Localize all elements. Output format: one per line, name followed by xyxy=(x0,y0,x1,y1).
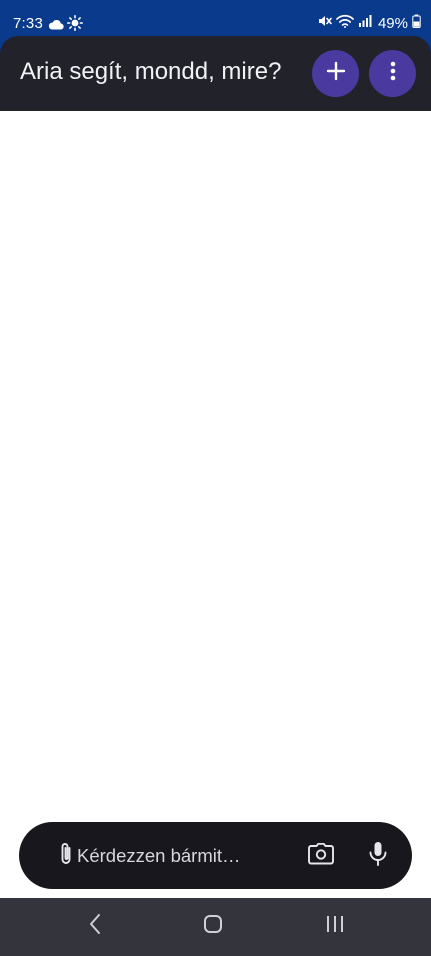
recents-icon xyxy=(325,914,345,939)
camera-button[interactable] xyxy=(306,842,336,870)
message-composer xyxy=(19,822,412,889)
more-vertical-icon xyxy=(390,61,396,86)
sun-icon xyxy=(67,15,83,36)
mute-icon xyxy=(318,14,332,33)
attach-button[interactable] xyxy=(53,842,79,871)
microphone-icon xyxy=(368,841,388,872)
battery-percent: 49% xyxy=(377,14,408,32)
status-time: 7:33 xyxy=(13,15,43,32)
battery-icon xyxy=(412,14,421,33)
message-input[interactable] xyxy=(77,840,287,872)
new-chat-button[interactable] xyxy=(312,50,359,97)
home-button[interactable] xyxy=(200,914,226,938)
microphone-button[interactable] xyxy=(366,841,390,871)
signal-icon xyxy=(358,14,372,33)
back-button[interactable] xyxy=(83,913,107,940)
wifi-icon xyxy=(336,14,354,33)
more-options-button[interactable] xyxy=(369,50,416,97)
paperclip-icon xyxy=(59,842,73,871)
recents-button[interactable] xyxy=(322,914,348,938)
plus-icon xyxy=(326,61,346,86)
chat-area xyxy=(0,111,431,898)
system-nav-bar xyxy=(0,898,431,956)
back-icon xyxy=(88,913,102,940)
home-icon xyxy=(203,914,223,939)
cloud-icon xyxy=(48,17,64,35)
page-title: Aria segít, mondd, mire? xyxy=(20,58,282,85)
app-header: Aria segít, mondd, mire? xyxy=(0,36,431,111)
camera-icon xyxy=(308,842,334,870)
status-right-group: 49% xyxy=(318,14,421,32)
